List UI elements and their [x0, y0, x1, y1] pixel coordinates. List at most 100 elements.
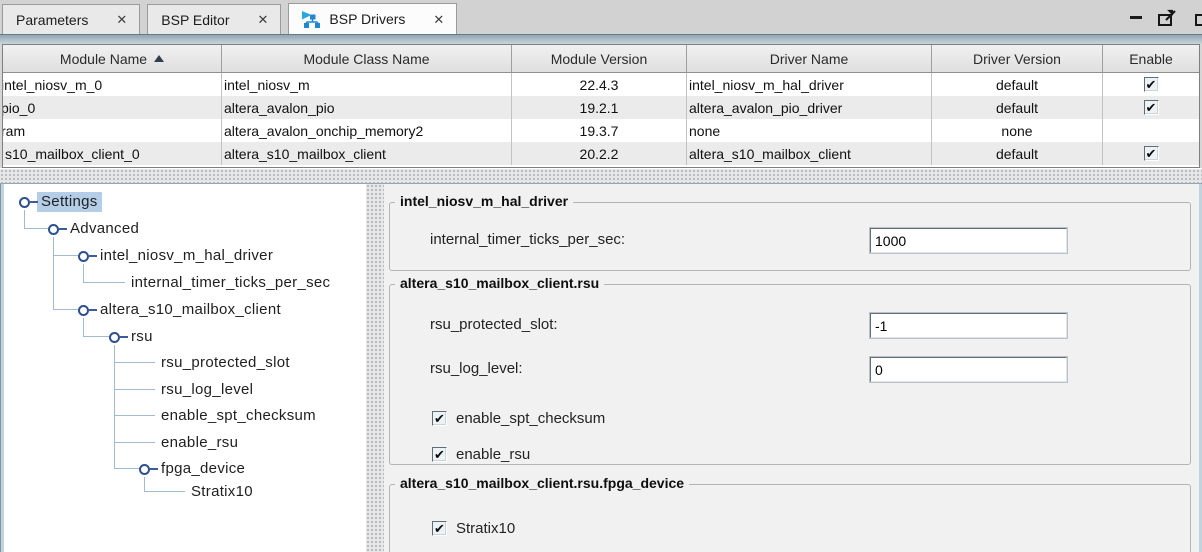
enable-checkbox[interactable]: ✔ [1143, 100, 1159, 115]
tab-bar: Parameters ✕ BSP Editor ✕ BSP Drivers ✕ [0, 0, 1202, 34]
tree-node-rsu[interactable]: rsu [127, 327, 157, 347]
close-icon[interactable]: ✕ [258, 13, 269, 26]
checkbox[interactable]: ✔ [432, 521, 447, 536]
tree-connector [83, 264, 84, 283]
tree-node-internal-timer-ticks-per-sec[interactable]: internal_timer_ticks_per_sec [127, 273, 334, 293]
column-header-driver-name[interactable]: Driver Name [687, 45, 932, 73]
cell-module-version[interactable]: 19.2.1 [512, 96, 687, 119]
close-window-icon[interactable] [1194, 8, 1202, 27]
tree-node-enable-rsu[interactable]: enable_rsu [157, 433, 242, 453]
cell-module-class-name[interactable]: altera_avalon_onchip_memory2 [222, 119, 512, 142]
settings-area: Settings Advanced intel_niosv_m_hal_driv… [0, 184, 1202, 552]
group-altera-s10-mailbox-client-rsu-fpga-device: altera_s10_mailbox_client.rsu.fpga_devic… [389, 475, 1191, 552]
tree-connector [83, 336, 109, 337]
tree-connector [114, 415, 155, 416]
cell-module-class-name[interactable]: altera_avalon_pio [222, 96, 512, 119]
cell-enable[interactable] [1103, 119, 1199, 142]
tree-connector [53, 237, 54, 310]
cell-module-version[interactable]: 19.3.7 [512, 119, 687, 142]
cell-driver-name[interactable]: none [687, 119, 932, 142]
tree-connector [114, 362, 155, 363]
tree-node-advanced[interactable]: Advanced [66, 219, 143, 239]
field-label: rsu_protected_slot: [430, 316, 558, 333]
column-header-module-class-name[interactable]: Module Class Name [222, 45, 512, 73]
tree-connector [24, 228, 48, 229]
close-icon[interactable]: ✕ [116, 13, 127, 26]
rsu-protected-slot-input[interactable] [870, 313, 1067, 338]
tree-connector [114, 345, 115, 469]
cell-enable[interactable]: ✔ [1103, 73, 1199, 96]
tree-node-altera-s10-mailbox-client[interactable]: altera_s10_mailbox_client [96, 300, 285, 320]
tab-label: BSP Drivers [329, 11, 406, 27]
column-header-module-name[interactable]: Module Name [3, 45, 222, 73]
close-icon[interactable]: ✕ [433, 13, 444, 26]
tree-connector [53, 309, 78, 310]
cell-driver-version[interactable]: default [932, 96, 1103, 119]
cell-driver-name[interactable]: intel_niosv_m_hal_driver [687, 73, 932, 96]
tree-connector [114, 468, 139, 469]
cell-module-name[interactable]: ram [3, 119, 222, 142]
minimize-icon[interactable] [1130, 15, 1142, 19]
group-title: intel_niosv_m_hal_driver [395, 193, 574, 209]
cell-module-class-name[interactable]: altera_s10_mailbox_client [222, 142, 512, 165]
cell-module-name[interactable]: s10_mailbox_client_0 [3, 142, 222, 165]
cell-enable[interactable]: ✔ [1103, 142, 1199, 165]
tree-expand-handle[interactable] [48, 224, 59, 235]
cell-driver-version[interactable]: default [932, 142, 1103, 165]
column-header-enable[interactable]: Enable [1103, 45, 1199, 73]
float-window-icon[interactable] [1157, 8, 1179, 27]
horizontal-splitter[interactable] [0, 168, 1202, 184]
tree-expand-handle[interactable] [109, 332, 120, 343]
table-row[interactable]: intel_niosv_m_0 intel_niosv_m 22.4.3 int… [3, 73, 1199, 96]
tree-node-rsu-log-level[interactable]: rsu_log_level [157, 380, 257, 400]
enable-spt-checksum-option[interactable]: ✔ enable_spt_checksum [432, 410, 605, 427]
column-header-driver-version[interactable]: Driver Version [932, 45, 1103, 73]
enable-rsu-option[interactable]: ✔ enable_rsu [432, 446, 530, 463]
tree-node-settings[interactable]: Settings [37, 192, 102, 212]
cell-enable[interactable]: ✔ [1103, 96, 1199, 119]
tree-connector [59, 228, 67, 230]
cell-driver-version[interactable]: none [932, 119, 1103, 142]
tree-expand-handle[interactable] [78, 305, 89, 316]
vertical-splitter[interactable] [366, 184, 384, 552]
enable-checkbox[interactable]: ✔ [1143, 77, 1159, 92]
tree-expand-handle[interactable] [19, 197, 30, 208]
internal-timer-ticks-per-sec-input[interactable] [870, 228, 1067, 253]
tree-expand-handle[interactable] [139, 464, 150, 475]
tree-connector [144, 491, 185, 492]
cell-module-name[interactable]: pio_0 [3, 96, 222, 119]
column-header-module-version[interactable]: Module Version [512, 45, 687, 73]
cell-module-class-name[interactable]: intel_niosv_m [222, 73, 512, 96]
cell-driver-version[interactable]: default [932, 73, 1103, 96]
group-altera-s10-mailbox-client-rsu: altera_s10_mailbox_client.rsu rsu_protec… [389, 275, 1191, 465]
cell-driver-name[interactable]: altera_avalon_pio_driver [687, 96, 932, 119]
cell-module-version[interactable]: 22.4.3 [512, 73, 687, 96]
tree-node-rsu-protected-slot[interactable]: rsu_protected_slot [157, 353, 294, 373]
table-row[interactable]: ram altera_avalon_onchip_memory2 19.3.7 … [3, 119, 1199, 142]
tree-expand-handle[interactable] [78, 251, 89, 262]
tree-connector [89, 255, 97, 257]
tab-bsp-editor[interactable]: BSP Editor ✕ [147, 4, 282, 34]
field-label: internal_timer_ticks_per_sec: [430, 231, 626, 248]
rsu-log-level-input[interactable] [870, 357, 1067, 382]
checkbox[interactable]: ✔ [432, 411, 447, 426]
cell-module-name[interactable]: intel_niosv_m_0 [3, 73, 222, 96]
tree-connector [114, 442, 155, 443]
tree-node-fpga-device[interactable]: fpga_device [157, 459, 249, 479]
sort-ascending-icon [154, 55, 165, 62]
tree-node-intel-niosv-m-hal-driver[interactable]: intel_niosv_m_hal_driver [96, 246, 277, 266]
cell-driver-name[interactable]: altera_s10_mailbox_client [687, 142, 932, 165]
checkbox[interactable]: ✔ [432, 447, 447, 462]
table-row[interactable]: pio_0 altera_avalon_pio 19.2.1 altera_av… [3, 96, 1199, 119]
bsp-editor-window: { "tabs": [ { "label": "Parameters", "ac… [0, 0, 1202, 552]
tab-parameters[interactable]: Parameters ✕ [2, 4, 141, 34]
enable-checkbox[interactable]: ✔ [1143, 146, 1159, 161]
table-row[interactable]: s10_mailbox_client_0 altera_s10_mailbox_… [3, 142, 1199, 165]
tree-connector [144, 477, 145, 492]
cell-module-version[interactable]: 20.2.2 [512, 142, 687, 165]
tree-node-stratix10[interactable]: Stratix10 [187, 482, 257, 502]
tree-connector [53, 255, 78, 256]
tree-node-enable-spt-checksum[interactable]: enable_spt_checksum [157, 406, 320, 426]
stratix10-option[interactable]: ✔ Stratix10 [432, 520, 515, 537]
tab-bsp-drivers[interactable]: BSP Drivers ✕ [288, 3, 458, 34]
